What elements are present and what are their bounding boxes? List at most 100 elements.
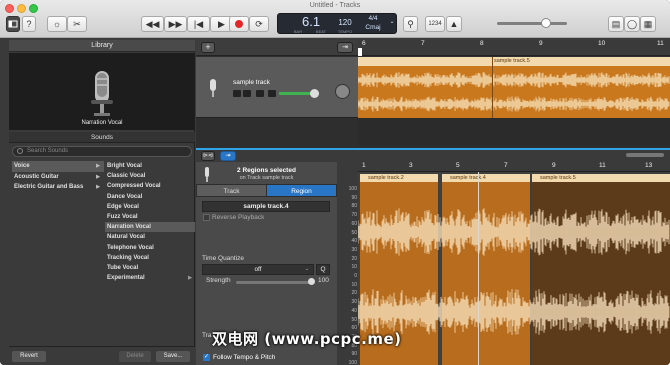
editors-button[interactable]: ✂ xyxy=(67,16,87,32)
loop-icon: ◯ xyxy=(626,19,638,29)
forward-button[interactable]: ▶▶ xyxy=(164,16,187,32)
category-acoustic-guitar[interactable]: Acoustic Guitar ▶ xyxy=(12,172,104,183)
patch-item[interactable]: Edge Vocal xyxy=(105,202,195,212)
time-quantize-select[interactable]: off ⌄ xyxy=(202,264,314,275)
headphones-icon[interactable] xyxy=(243,90,251,97)
waveform-top xyxy=(358,72,670,112)
ruler-tick: 1 xyxy=(362,162,366,169)
library-title: Library xyxy=(9,40,195,52)
notepad-button[interactable]: ▤ xyxy=(608,16,624,32)
revert-button[interactable]: Revert xyxy=(12,351,46,362)
mute-icon[interactable] xyxy=(256,90,264,97)
zoom-slider[interactable] xyxy=(626,153,664,157)
microphone-icon xyxy=(210,79,216,97)
editor-playhead xyxy=(478,172,479,365)
patch-item[interactable]: Tube Vocal xyxy=(105,263,195,273)
library-button[interactable] xyxy=(6,16,20,32)
tab-track[interactable]: Track xyxy=(196,184,267,197)
lcd-tempo-label: TEMPO xyxy=(337,29,353,34)
track-volume-knob[interactable] xyxy=(310,89,319,98)
patch-item-selected[interactable]: Narration Vocal xyxy=(105,222,195,233)
category-label: Acoustic Guitar xyxy=(14,173,59,180)
media-icon: ▦ xyxy=(643,19,653,29)
category-voice[interactable]: Voice ▶ xyxy=(12,161,104,172)
go-to-beginning-button[interactable]: |◀ xyxy=(187,16,210,32)
catch-playhead-button[interactable]: ⇥ xyxy=(337,42,353,53)
strength-knob[interactable] xyxy=(308,278,315,285)
add-track-button[interactable]: + xyxy=(201,42,215,53)
patch-item[interactable]: Telephone Vocal xyxy=(105,243,195,253)
mic-shadow xyxy=(91,100,113,104)
tab-region[interactable]: Region xyxy=(266,184,337,197)
region-divider xyxy=(492,57,493,118)
patch-item[interactable]: Bright Vocal xyxy=(105,161,195,171)
track-header-bar: + ⇥ xyxy=(196,40,358,56)
audio-region-top[interactable]: sample track.5 xyxy=(358,57,670,118)
waveform-path xyxy=(358,289,670,335)
playhead-icon[interactable] xyxy=(358,48,362,56)
library-footer: Revert Delete Save... xyxy=(9,346,195,365)
chevron-right-icon: ▶ xyxy=(188,275,192,282)
patch-item[interactable]: Tracking Vocal xyxy=(105,253,195,263)
patch-image xyxy=(9,53,195,130)
notepad-icon: ▤ xyxy=(611,19,621,29)
timeline-ruler[interactable]: 6 7 8 9 10 11 xyxy=(358,40,670,56)
master-volume-slider[interactable] xyxy=(497,22,567,25)
amplitude-tick: 20 xyxy=(351,255,357,262)
editor-waveform-area[interactable]: sample track.2 sample track.4 sample tra… xyxy=(358,172,670,365)
patch-item[interactable]: Compressed Vocal xyxy=(105,181,195,191)
save-button[interactable]: Save... xyxy=(156,351,190,362)
follow-tempo-checkbox[interactable]: ✓ xyxy=(203,354,210,361)
metronome-button[interactable]: ▲ xyxy=(446,16,462,32)
amplitude-tick: 40 xyxy=(351,238,357,245)
region-name-field[interactable]: sample track.4 xyxy=(202,201,330,212)
window-title: Untitled - Tracks xyxy=(309,2,361,9)
record-icon xyxy=(235,20,243,28)
rewind-icon: ◀◀ xyxy=(145,19,160,29)
patch-item-experimental[interactable]: Experimental ▶ xyxy=(105,273,195,283)
loop-browser-button[interactable]: ◯ xyxy=(624,16,640,32)
record-enable-icon[interactable] xyxy=(233,90,241,97)
patch-item[interactable]: Fuzz Vocal xyxy=(105,212,195,222)
ruler-tick: 11 xyxy=(657,40,664,47)
amplitude-tick: 90 xyxy=(351,351,357,358)
regions-selected-subtitle: on Track sample track xyxy=(239,175,294,181)
flex-time-button[interactable]: ⊳⊲ xyxy=(201,151,215,161)
patch-item[interactable]: Natural Vocal xyxy=(105,232,195,242)
count-in-button[interactable]: 1234 xyxy=(425,16,445,32)
amplitude-tick: 10 xyxy=(351,281,357,288)
pan-knob[interactable] xyxy=(335,84,350,99)
rewind-button[interactable]: ◀◀ xyxy=(141,16,164,32)
reverse-playback-checkbox[interactable] xyxy=(203,214,210,221)
quantize-q-button[interactable]: Q xyxy=(316,264,330,275)
ruler-tick: 6 xyxy=(362,40,366,47)
ruler-tick: 3 xyxy=(409,162,413,169)
delete-button[interactable]: Delete xyxy=(119,351,151,362)
solo-icon[interactable] xyxy=(268,90,276,97)
amplitude-tick: 10 xyxy=(351,264,357,271)
patch-list: Bright Vocal Classic Vocal Compressed Vo… xyxy=(105,161,195,283)
cycle-button[interactable]: ⟳ xyxy=(249,16,269,32)
help-button[interactable]: ? xyxy=(22,16,36,32)
waveform-path xyxy=(358,72,670,88)
patch-item[interactable]: Classic Vocal xyxy=(105,171,195,181)
master-volume-knob[interactable] xyxy=(541,18,551,28)
ruler-tick: 9 xyxy=(552,162,556,169)
category-electric-guitar[interactable]: Electric Guitar and Bass ▶ xyxy=(12,182,104,193)
track-name: sample track xyxy=(233,79,270,86)
lcd-display[interactable]: 6.1 BAR BEAT 120 TEMPO 4/4 Cmaj ⌄ xyxy=(277,13,397,34)
search-sounds-field[interactable]: Search Sounds xyxy=(12,146,192,157)
category-list: Voice ▶ Acoustic Guitar ▶ Electric Guitar … xyxy=(12,161,104,193)
patch-item[interactable]: Dance Vocal xyxy=(105,192,195,202)
smart-controls-button[interactable]: ☼ xyxy=(47,16,67,32)
tuner-button[interactable]: ⚲ xyxy=(403,16,418,32)
catch-editor-button[interactable]: ⇥ xyxy=(220,151,236,161)
search-icon xyxy=(17,148,23,154)
media-browser-button[interactable]: ▦ xyxy=(640,16,656,32)
forward-icon: ▶▶ xyxy=(168,19,183,29)
track-header[interactable]: sample track xyxy=(196,57,358,118)
lcd-dropdown-icon[interactable]: ⌄ xyxy=(388,18,396,25)
record-button[interactable] xyxy=(229,16,249,32)
strength-slider[interactable] xyxy=(236,281,312,284)
editor-ruler[interactable]: 1 3 5 7 9 11 13 xyxy=(358,162,670,172)
